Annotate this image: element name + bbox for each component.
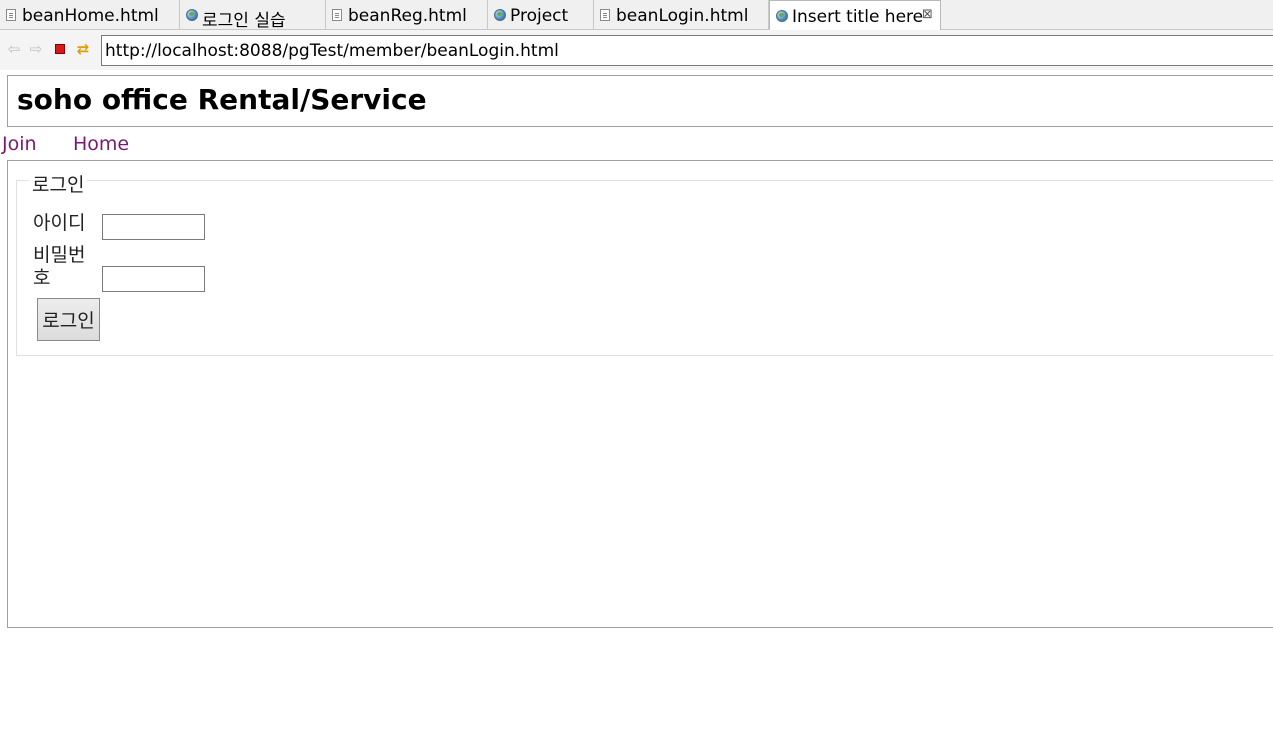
- file-icon: [600, 9, 610, 21]
- tab-login-practice[interactable]: 로그인 실습: [180, 0, 326, 30]
- file-icon: [332, 9, 342, 21]
- home-link[interactable]: Home: [73, 133, 129, 155]
- stop-square: [55, 44, 65, 54]
- header-frame: soho office Rental/Service: [7, 75, 1273, 127]
- id-label: 아이디: [33, 212, 86, 234]
- tab-project[interactable]: Project: [488, 0, 594, 30]
- tab-label: Insert title here: [792, 7, 924, 27]
- refresh-icon[interactable]: ⇄: [74, 40, 92, 58]
- browser-navigation-bar: ⇦ ⇨ ⇄: [0, 30, 1273, 70]
- content-frame: 로그인 아이디 비밀번호 로그인: [7, 160, 1273, 628]
- login-button[interactable]: 로그인: [37, 298, 100, 341]
- tab-label: 로그인 실습: [202, 11, 286, 30]
- url-address-input[interactable]: [101, 35, 1273, 66]
- back-icon[interactable]: ⇦: [5, 40, 23, 58]
- tab-beanlogin[interactable]: beanLogin.html: [594, 0, 769, 30]
- login-fieldset: 로그인 아이디 비밀번호 로그인: [16, 170, 1273, 356]
- tab-label: beanReg.html: [348, 6, 467, 26]
- editor-tab-bar: beanHome.html 로그인 실습 beanReg.html Projec…: [0, 0, 1273, 31]
- stop-icon[interactable]: [51, 40, 69, 58]
- join-link[interactable]: Join: [2, 133, 37, 155]
- close-tab-icon[interactable]: ⊠: [922, 7, 933, 22]
- tab-beanhome[interactable]: beanHome.html: [0, 0, 180, 30]
- id-input[interactable]: [102, 214, 205, 240]
- password-label: 비밀번호: [33, 244, 86, 289]
- globe-icon: [186, 9, 198, 21]
- file-icon: [6, 9, 16, 21]
- tab-beanreg[interactable]: beanReg.html: [326, 0, 488, 30]
- tab-label: beanHome.html: [22, 6, 159, 26]
- globe-icon: [494, 9, 506, 21]
- site-title: soho office Rental/Service: [17, 83, 427, 116]
- forward-icon[interactable]: ⇨: [27, 40, 45, 58]
- tab-label: beanLogin.html: [616, 6, 749, 26]
- tab-insert-title-here[interactable]: Insert title here ⊠: [769, 0, 941, 31]
- tab-label: Project: [510, 6, 569, 26]
- globe-icon: [776, 10, 788, 22]
- login-legend: 로그인: [29, 170, 88, 197]
- password-input[interactable]: [102, 266, 205, 292]
